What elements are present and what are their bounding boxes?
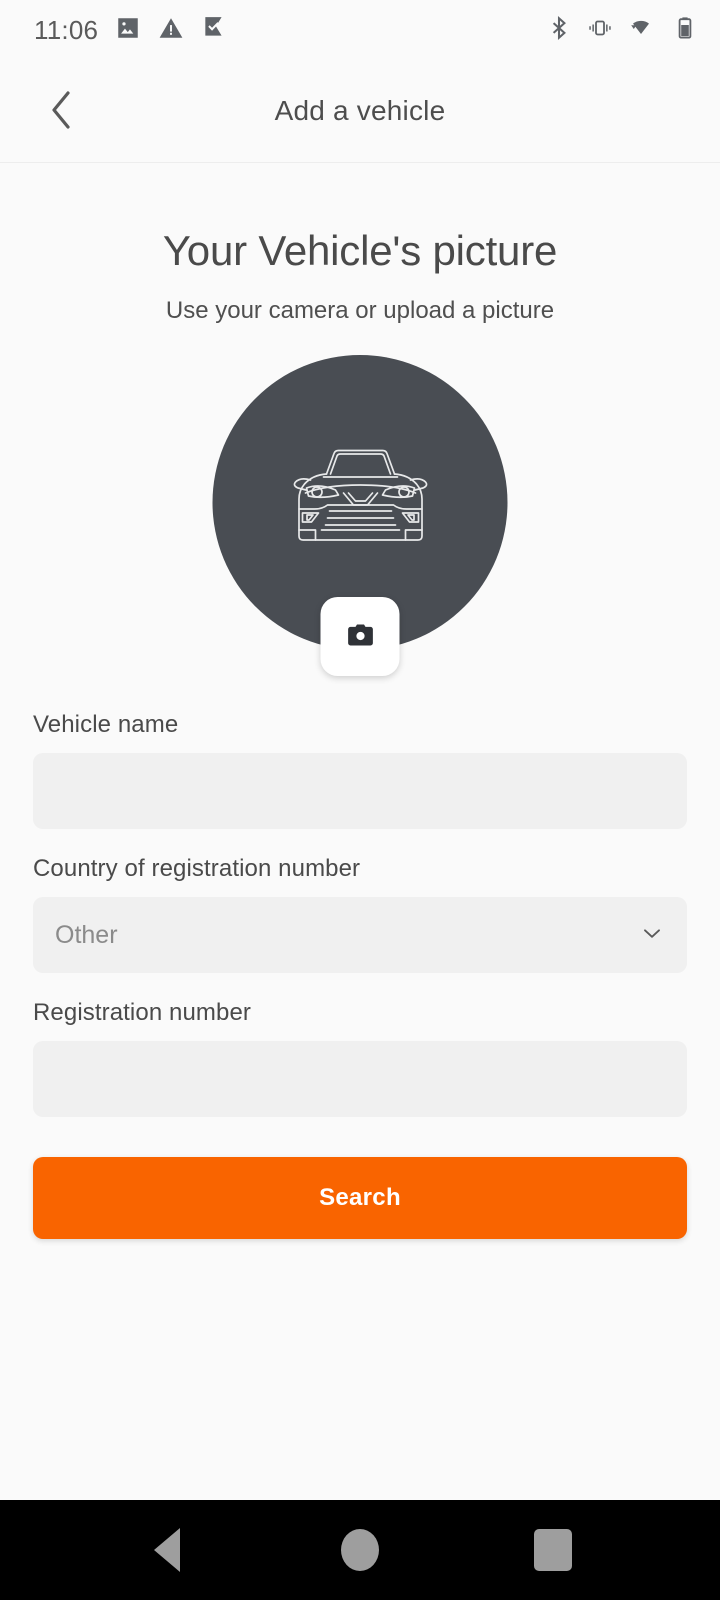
status-clock: 11:06 bbox=[34, 15, 99, 45]
vehicle-name-input[interactable] bbox=[33, 753, 687, 829]
back-button[interactable] bbox=[28, 77, 96, 145]
triangle-back-icon bbox=[153, 1528, 180, 1572]
status-bar-left: 11:06 bbox=[34, 15, 227, 46]
nav-home-button[interactable] bbox=[315, 1505, 405, 1595]
vehicle-picture-block bbox=[33, 355, 687, 685]
image-icon bbox=[115, 15, 141, 46]
chevron-left-icon bbox=[45, 88, 79, 135]
chevron-down-icon bbox=[639, 920, 665, 951]
nav-back-button[interactable] bbox=[122, 1505, 212, 1595]
vibrate-icon bbox=[586, 15, 614, 46]
phone-screen: 11:06 Add a vehicle Your Vehicle's pictu… bbox=[0, 0, 720, 1600]
field-country: Country of registration number Other bbox=[33, 855, 687, 973]
bluetooth-icon bbox=[546, 15, 572, 46]
vehicle-name-label: Vehicle name bbox=[33, 711, 179, 738]
status-bar-right bbox=[546, 15, 694, 46]
warning-icon bbox=[158, 15, 184, 46]
car-front-icon bbox=[285, 441, 435, 564]
main-content: Your Vehicle's picture Use your camera o… bbox=[0, 163, 720, 1500]
checkmark-flag-icon bbox=[201, 15, 227, 46]
field-vehicle-name: Vehicle name bbox=[33, 711, 687, 829]
registration-number-input[interactable] bbox=[33, 1041, 687, 1117]
page-title: Add a vehicle bbox=[274, 95, 446, 126]
section-subtitle: Use your camera or upload a picture bbox=[165, 297, 555, 324]
system-nav-bar bbox=[0, 1500, 720, 1600]
section-title: Your Vehicle's picture bbox=[162, 227, 558, 274]
country-select-value: Other bbox=[55, 920, 118, 949]
nav-recents-button[interactable] bbox=[508, 1505, 598, 1595]
country-label: Country of registration number bbox=[33, 855, 361, 882]
status-bar: 11:06 bbox=[0, 0, 720, 60]
app-bar: Add a vehicle bbox=[0, 60, 720, 163]
camera-icon bbox=[345, 620, 375, 653]
camera-button[interactable] bbox=[320, 597, 400, 676]
country-select[interactable]: Other bbox=[33, 897, 687, 973]
field-registration-number: Registration number bbox=[33, 999, 687, 1117]
search-button[interactable]: Search bbox=[33, 1157, 687, 1239]
battery-icon bbox=[676, 15, 694, 46]
square-recents-icon bbox=[534, 1529, 573, 1571]
circle-home-icon bbox=[340, 1529, 379, 1571]
wifi-icon bbox=[628, 15, 662, 46]
registration-number-label: Registration number bbox=[33, 999, 252, 1026]
vehicle-form: Vehicle name Country of registration num… bbox=[33, 711, 687, 1239]
